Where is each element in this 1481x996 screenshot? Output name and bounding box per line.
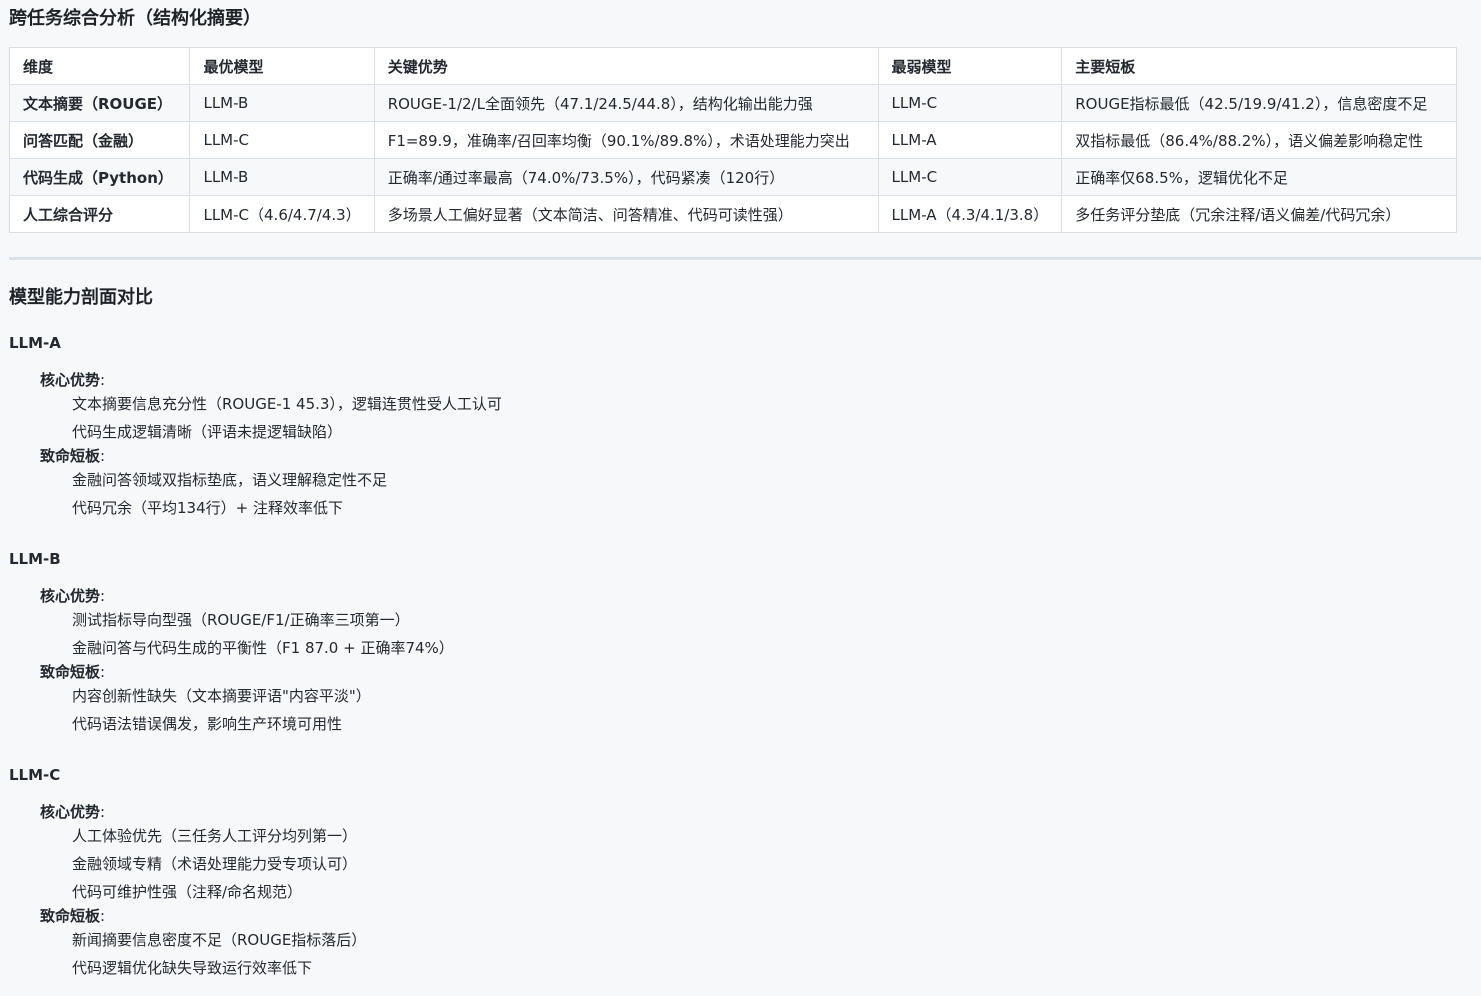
table-cell: 代码生成（Python） bbox=[8, 158, 191, 196]
header-best-model: 最优模型 bbox=[189, 47, 375, 85]
model-profile-llm-c: LLM-C 核心优势: 人工体验优先（三任务人工评分均列第一） 金融领域专精（术… bbox=[9, 765, 1009, 982]
model-name: LLM-A bbox=[9, 334, 61, 352]
label-colon: : bbox=[100, 447, 106, 465]
strengths-label-text: 核心优势 bbox=[40, 371, 101, 389]
weaknesses-label: 致命短板: bbox=[40, 906, 1009, 926]
table-cell: 正确率/通过率最高（74.0%/73.5%），代码紧凑（120行） bbox=[373, 158, 879, 196]
table-header-row: 维度 最优模型 关键优势 最弱模型 主要短板 bbox=[8, 47, 1457, 85]
summary-title: 跨任务综合分析（结构化摘要） bbox=[9, 8, 261, 29]
strengths-label-text: 核心优势 bbox=[40, 587, 101, 605]
list-item: 代码逻辑优化缺失导致运行效率低下 bbox=[72, 959, 313, 977]
section-divider bbox=[9, 257, 1481, 260]
label-colon: : bbox=[100, 907, 106, 925]
list-item: 测试指标导向型强（ROUGE/F1/正确率三项第一） bbox=[72, 611, 410, 629]
header-key-advantage: 关键优势 bbox=[373, 47, 879, 85]
weaknesses-label: 致命短板: bbox=[40, 446, 1009, 466]
list-item: 代码语法错误偶发，影响生产环境可用性 bbox=[72, 715, 343, 733]
model-profile-llm-b: LLM-B 核心优势: 测试指标导向型强（ROUGE/F1/正确率三项第一） 金… bbox=[9, 549, 1009, 738]
header-dimension: 维度 bbox=[8, 47, 191, 85]
table-row: 文本摘要（ROUGE） LLM-B ROUGE-1/2/L全面领先（47.1/2… bbox=[8, 84, 1457, 122]
table-cell: 多场景人工偏好显著（文本简洁、问答精准、代码可读性强） bbox=[373, 195, 879, 233]
table-cell: ROUGE指标最低（42.5/19.9/41.2），信息密度不足 bbox=[1061, 84, 1457, 122]
strengths-label: 核心优势: bbox=[40, 370, 1009, 390]
label-colon: : bbox=[100, 371, 106, 389]
weaknesses-label-text: 致命短板 bbox=[40, 447, 101, 465]
label-colon: : bbox=[100, 587, 106, 605]
table-row: 问答匹配（金融） LLM-C F1=89.9，准确率/召回率均衡（90.1%/8… bbox=[8, 121, 1457, 159]
table-cell: 多任务评分垫底（冗余注释/语义偏差/代码冗余） bbox=[1061, 195, 1457, 233]
table-cell: ROUGE-1/2/L全面领先（47.1/24.5/44.8），结构化输出能力强 bbox=[373, 84, 879, 122]
label-colon: : bbox=[100, 663, 106, 681]
list-item: 代码生成逻辑清晰（评语未提逻辑缺陷） bbox=[72, 423, 343, 441]
table-row: 人工综合评分 LLM-C（4.6/4.7/4.3） 多场景人工偏好显著（文本简洁… bbox=[8, 195, 1457, 233]
summary-table: 维度 最优模型 关键优势 最弱模型 主要短板 文本摘要（ROUGE） LLM-B… bbox=[8, 47, 1457, 233]
table-cell: 双指标最低（86.4%/88.2%），语义偏差影响稳定性 bbox=[1061, 121, 1457, 159]
table-cell: LLM-B bbox=[189, 158, 375, 196]
table-cell: LLM-A（4.3/4.1/3.8） bbox=[877, 195, 1063, 233]
model-name: LLM-C bbox=[9, 766, 61, 784]
header-weakest-model: 最弱模型 bbox=[877, 47, 1063, 85]
strengths-label-text: 核心优势 bbox=[40, 803, 101, 821]
list-item: 文本摘要信息充分性（ROUGE-1 45.3），逻辑连贯性受人工认可 bbox=[72, 395, 502, 413]
list-item: 金融领域专精（术语处理能力受专项认可） bbox=[72, 855, 358, 873]
list-item: 内容创新性缺失（文本摘要评语"内容平淡"） bbox=[72, 687, 371, 705]
page: 跨任务综合分析（结构化摘要） 维度 最优模型 关键优势 最弱模型 主要短板 文本… bbox=[0, 0, 1481, 996]
table-cell: LLM-C bbox=[877, 158, 1063, 196]
strengths-label: 核心优势: bbox=[40, 586, 1009, 606]
table-cell: F1=89.9，准确率/召回率均衡（90.1%/89.8%），术语处理能力突出 bbox=[373, 121, 879, 159]
list-item: 金融问答与代码生成的平衡性（F1 87.0 + 正确率74%） bbox=[72, 639, 454, 657]
weaknesses-label-text: 致命短板 bbox=[40, 907, 101, 925]
table-row: 代码生成（Python） LLM-B 正确率/通过率最高（74.0%/73.5%… bbox=[8, 158, 1457, 196]
table-cell: LLM-B bbox=[189, 84, 375, 122]
table-cell: 正确率仅68.5%，逻辑优化不足 bbox=[1061, 158, 1457, 196]
model-name: LLM-B bbox=[9, 550, 61, 568]
table-cell: LLM-A bbox=[877, 121, 1063, 159]
list-item: 人工体验优先（三任务人工评分均列第一） bbox=[72, 827, 358, 845]
label-colon: : bbox=[100, 803, 106, 821]
table-cell: LLM-C bbox=[189, 121, 375, 159]
table-cell: LLM-C bbox=[877, 84, 1063, 122]
table-cell: 问答匹配（金融） bbox=[8, 121, 191, 159]
list-item: 代码冗余（平均134行）+ 注释效率低下 bbox=[72, 499, 343, 517]
table-cell: 人工综合评分 bbox=[8, 195, 191, 233]
table-cell: LLM-C（4.6/4.7/4.3） bbox=[189, 195, 375, 233]
model-profile-llm-a: LLM-A 核心优势: 文本摘要信息充分性（ROUGE-1 45.3），逻辑连贯… bbox=[9, 333, 1009, 522]
weaknesses-label-text: 致命短板 bbox=[40, 663, 101, 681]
strengths-label: 核心优势: bbox=[40, 802, 1009, 822]
list-item: 新闻摘要信息密度不足（ROUGE指标落后） bbox=[72, 931, 367, 949]
list-item: 代码可维护性强（注释/命名规范） bbox=[72, 883, 303, 901]
list-item: 金融问答领域双指标垫底，语义理解稳定性不足 bbox=[72, 471, 388, 489]
header-main-weakness: 主要短板 bbox=[1061, 47, 1457, 85]
table-cell: 文本摘要（ROUGE） bbox=[8, 84, 191, 122]
weaknesses-label: 致命短板: bbox=[40, 662, 1009, 682]
profiles-title: 模型能力剖面对比 bbox=[9, 287, 153, 308]
